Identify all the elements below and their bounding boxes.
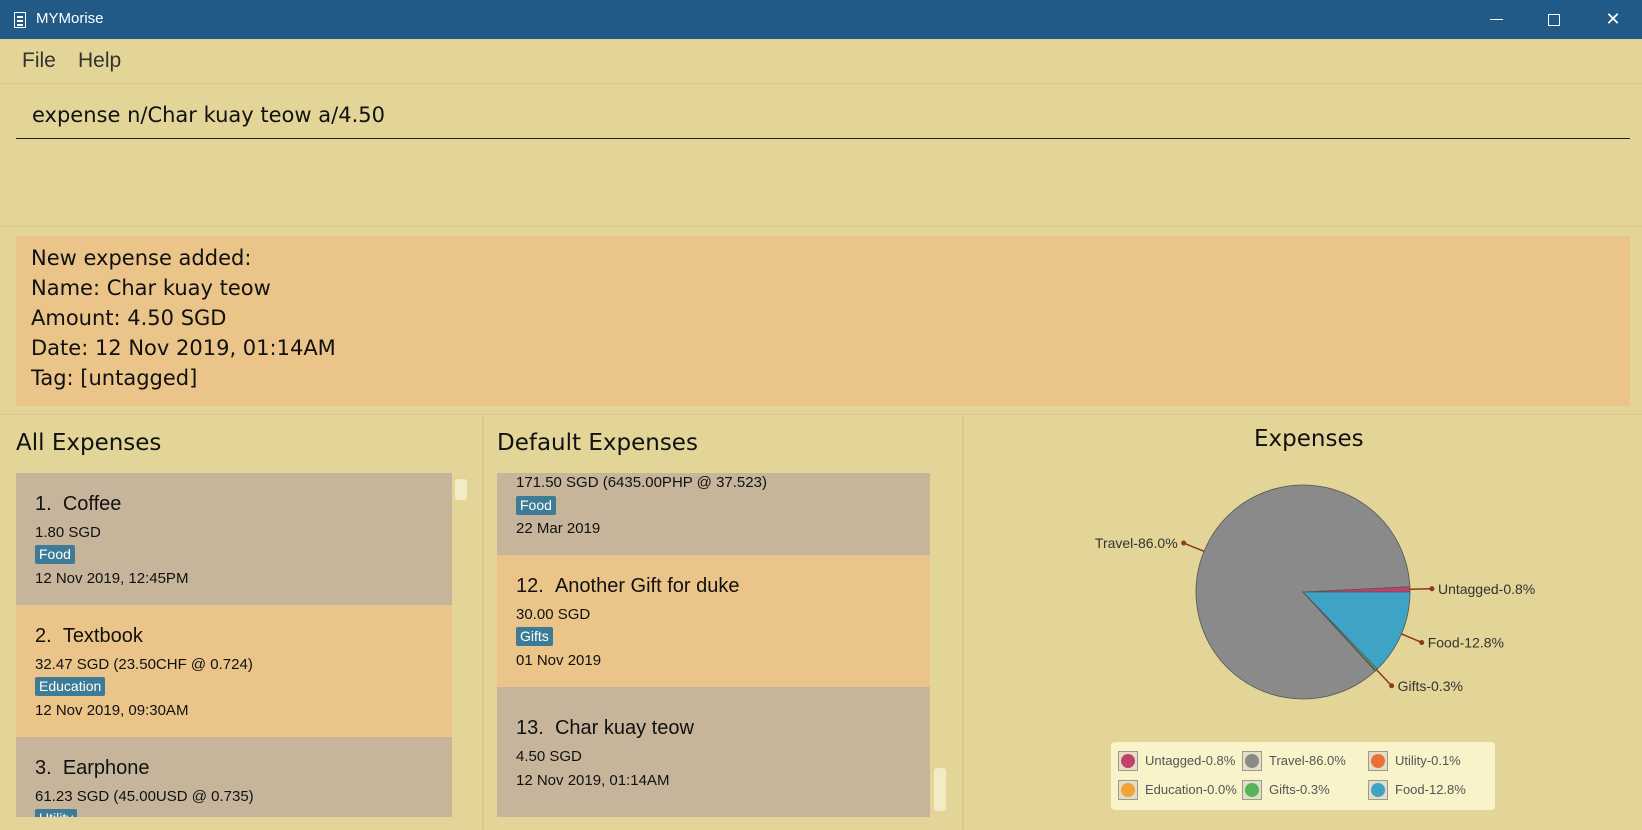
expense-name: 13. Char kuay teow <box>516 717 694 739</box>
default-expenses-list[interactable]: 171.50 SGD (6435.00PHP @ 37.523) Food 22… <box>497 473 930 817</box>
all-expenses-list[interactable]: 1. Coffee 1.80 SGD Food 12 Nov 2019, 12:… <box>16 473 452 817</box>
default-expenses-title: Default Expenses <box>497 430 698 456</box>
result-line: New expense added: <box>31 246 252 270</box>
legend-swatch <box>1242 780 1262 800</box>
title-bar: MYMorise ✕ <box>0 0 1642 39</box>
menu-help[interactable]: Help <box>78 49 121 73</box>
expense-name: 3. Earphone <box>35 757 150 779</box>
panel-divider <box>482 416 484 830</box>
close-icon: ✕ <box>1605 9 1621 30</box>
result-line: Tag: [untagged] <box>31 366 198 390</box>
list-item[interactable]: 2. Textbook 32.47 SGD (23.50CHF @ 0.724)… <box>16 605 452 737</box>
list-item[interactable]: 171.50 SGD (6435.00PHP @ 37.523) Food 22… <box>497 473 930 555</box>
tag-badge: Utility <box>35 809 78 817</box>
pie-leader-dot <box>1429 586 1435 592</box>
command-input[interactable] <box>30 100 1614 130</box>
expense-date: 01 Nov 2019 <box>516 652 602 669</box>
expense-amount: 30.00 SGD <box>516 606 591 623</box>
menu-bar: File Help <box>0 39 1642 84</box>
divider <box>0 226 1642 227</box>
pie-leader-line <box>1183 542 1205 553</box>
tag-badge: Food <box>35 545 75 564</box>
expense-name: 2. Textbook <box>35 625 143 647</box>
expense-date: 12 Nov 2019, 12:45PM <box>35 570 189 587</box>
pie-label: Untagged-0.8% <box>1438 581 1535 597</box>
maximize-button[interactable] <box>1525 0 1583 39</box>
expense-name: 1. Coffee <box>35 493 122 515</box>
list-item[interactable]: 3. Earphone 61.23 SGD (45.00USD @ 0.735)… <box>16 737 452 817</box>
list-item[interactable]: 13. Char kuay teow 4.50 SGD 12 Nov 2019,… <box>497 687 930 817</box>
pie-leader-dot <box>1419 639 1425 645</box>
list-item[interactable]: 12. Another Gift for duke 30.00 SGD Gift… <box>497 555 930 687</box>
pie-label: Food-12.8% <box>1428 634 1504 650</box>
tag-badge: Food <box>516 496 556 515</box>
pie-chart: Untagged-0.8% Travel-86.0% Gifts-0.3% Food-… <box>1095 484 1535 700</box>
command-box <box>16 90 1630 139</box>
maximize-icon <box>1548 13 1560 26</box>
expense-date: 12 Nov 2019, 09:30AM <box>35 702 189 719</box>
legend-swatch <box>1118 780 1138 800</box>
legend-swatch <box>1368 780 1388 800</box>
expense-date: 22 Mar 2019 <box>516 520 601 537</box>
pie-label: Gifts-0.3% <box>1398 678 1463 694</box>
scrollbar-thumb[interactable] <box>455 479 467 500</box>
pie-leader-line <box>1401 633 1423 644</box>
expense-amount: 1.80 SGD <box>35 524 101 541</box>
scrollbar-thumb[interactable] <box>934 768 946 811</box>
expense-amount: 171.50 SGD (6435.00PHP @ 37.523) <box>516 474 767 491</box>
menu-file[interactable]: File <box>22 49 56 73</box>
window-title: MYMorise <box>36 10 104 27</box>
minimize-button[interactable] <box>1467 0 1525 39</box>
pie-label: Travel-86.0% <box>1095 535 1178 551</box>
result-line: Name: Char kuay teow <box>31 276 271 300</box>
legend-swatch <box>1242 751 1262 771</box>
legend-swatch <box>1368 751 1388 771</box>
expense-amount: 32.47 SGD (23.50CHF @ 0.724) <box>35 656 253 673</box>
result-line: Amount: 4.50 SGD <box>31 306 227 330</box>
divider <box>0 414 1642 415</box>
result-line: Date: 12 Nov 2019, 01:14AM <box>31 336 336 360</box>
pie-leader-line <box>1375 669 1393 687</box>
list-item[interactable]: 1. Coffee 1.80 SGD Food 12 Nov 2019, 12:… <box>16 473 452 605</box>
minimize-icon <box>1489 18 1503 21</box>
result-display: New expense added: Name: Char kuay teow … <box>16 236 1630 406</box>
pie-leader-line <box>1409 588 1432 591</box>
tag-badge: Education <box>35 677 106 696</box>
expense-amount: 4.50 SGD <box>516 748 582 765</box>
expense-name: 12. Another Gift for duke <box>516 575 740 597</box>
tag-badge: Gifts <box>516 627 553 646</box>
chart-legend: Untagged-0.8% Travel-86.0% Utility-0.1% … <box>1111 742 1495 810</box>
close-button[interactable]: ✕ <box>1584 0 1642 39</box>
expense-date: 12 Nov 2019, 01:14AM <box>516 772 670 789</box>
expense-amount: 61.23 SGD (45.00USD @ 0.735) <box>35 788 254 805</box>
all-expenses-title: All Expenses <box>16 430 162 456</box>
pie-leader-dot <box>1181 540 1187 546</box>
legend-swatch <box>1118 751 1138 771</box>
calculator-icon <box>14 12 26 28</box>
pie-leader-dot <box>1389 683 1395 689</box>
